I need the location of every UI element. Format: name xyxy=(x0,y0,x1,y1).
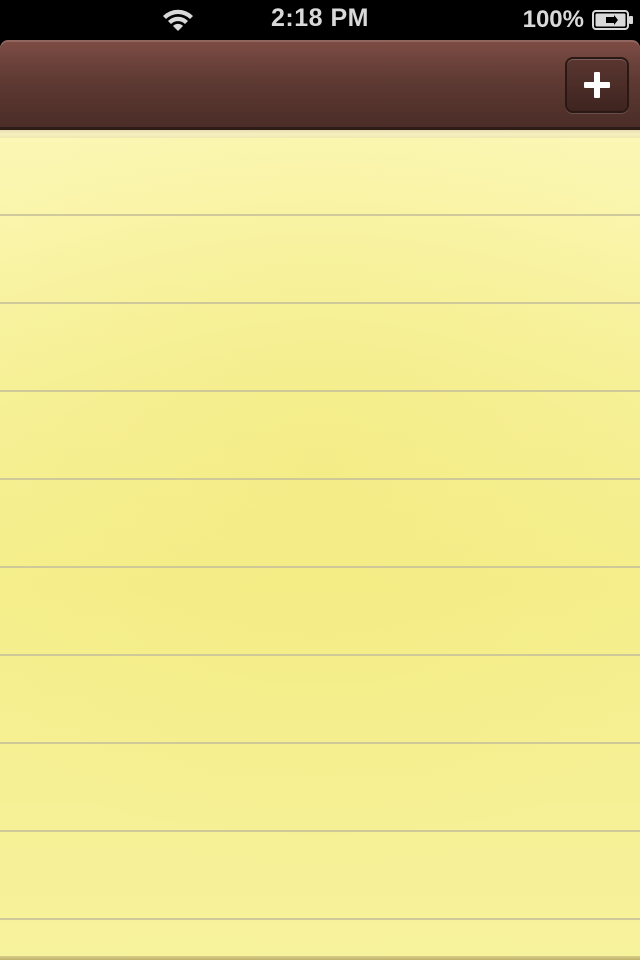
battery-charging-icon xyxy=(592,10,633,30)
paper-rule-line xyxy=(0,478,640,480)
paper-rule-line xyxy=(0,566,640,568)
paper-rule-line xyxy=(0,214,640,216)
note-list-paper[interactable] xyxy=(0,138,640,956)
plus-icon xyxy=(584,72,610,98)
paper-rule-line xyxy=(0,918,640,920)
add-note-button[interactable] xyxy=(565,57,629,113)
paper-rule-line xyxy=(0,654,640,656)
paper-rule-line xyxy=(0,742,640,744)
battery-percent: 100% xyxy=(522,6,584,33)
notes-screen: 2:18 PM 100% xyxy=(0,0,640,960)
navigation-bar xyxy=(0,40,640,130)
paper-rule-line xyxy=(0,302,640,304)
paper-rule-line xyxy=(0,830,640,832)
status-bar: 2:18 PM 100% xyxy=(0,0,640,40)
paper-bottom-edge xyxy=(0,956,640,960)
paper-rule-line xyxy=(0,390,640,392)
paper-top-edge xyxy=(0,130,640,138)
